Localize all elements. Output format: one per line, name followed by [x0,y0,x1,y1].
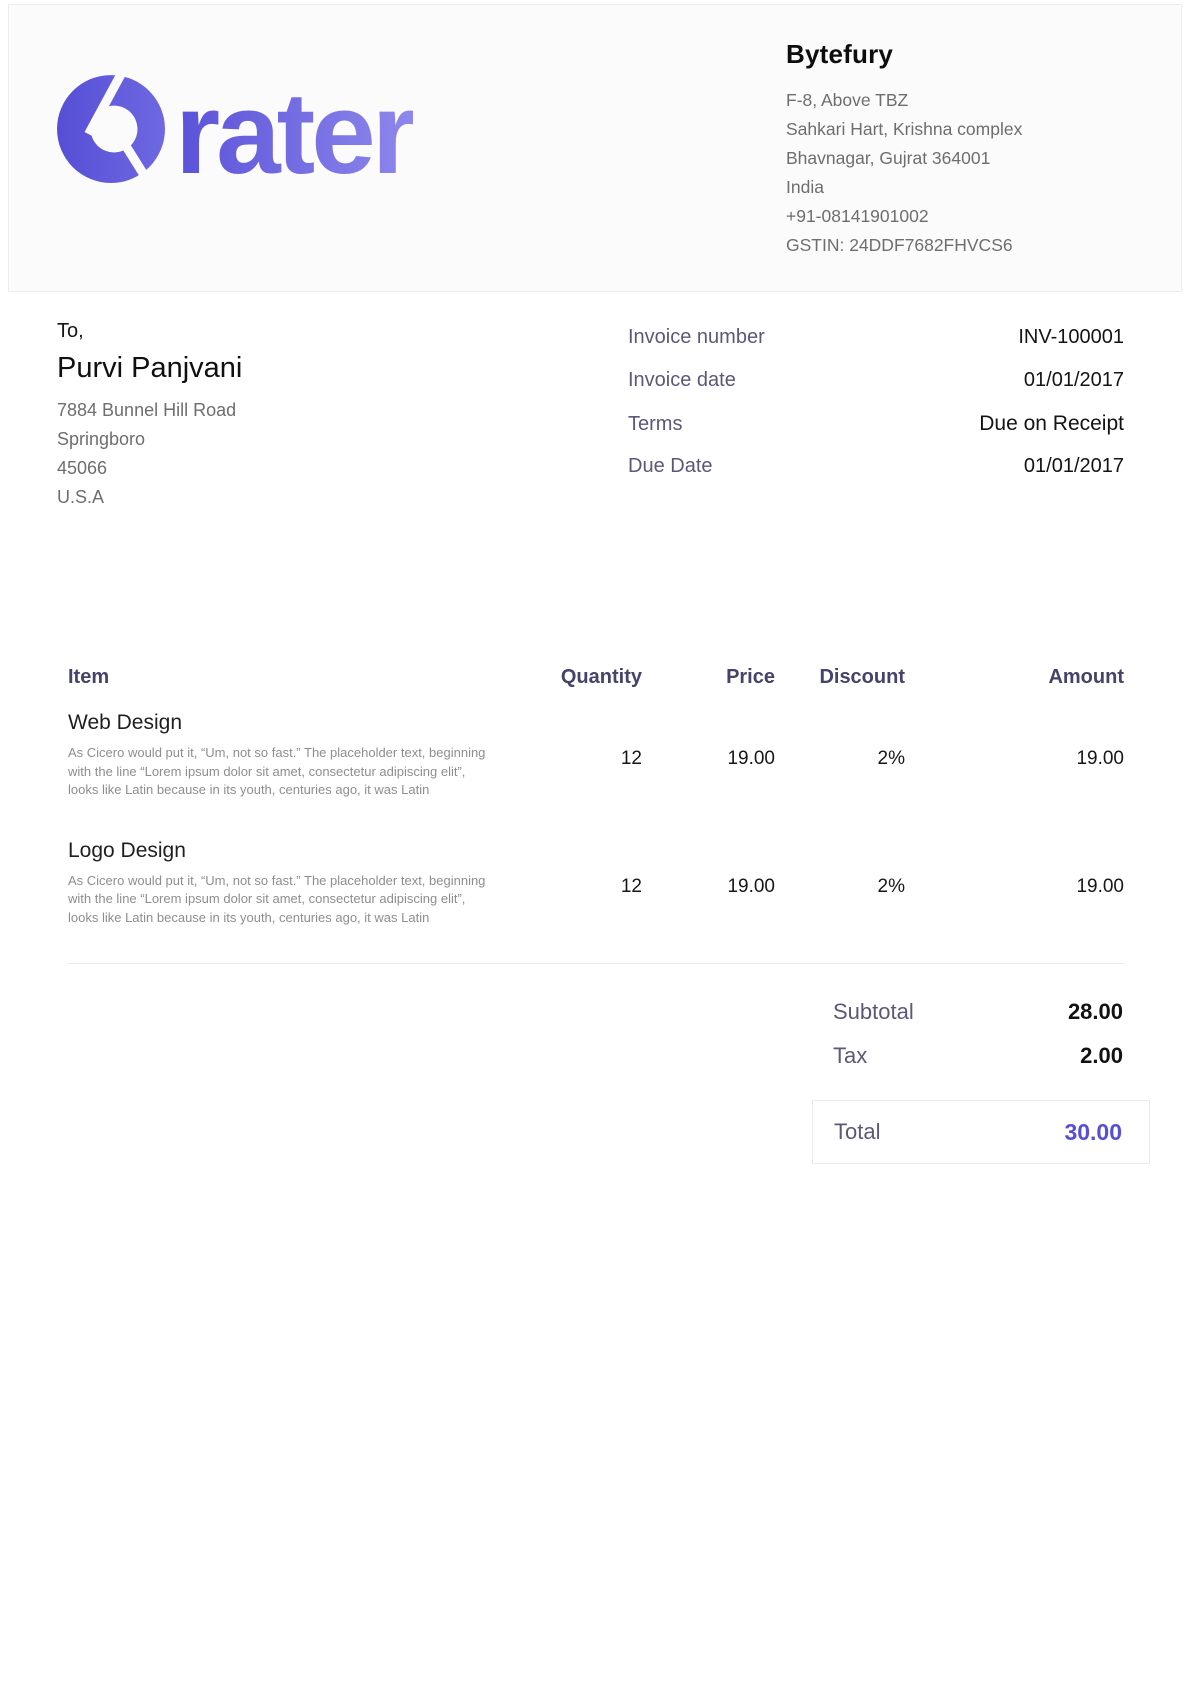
crater-logo-mark-icon [55,71,167,183]
billing-address: To, Purvi Panjvani 7884 Bunnel Hill Road… [57,316,477,512]
item-discount: 2% [775,836,905,928]
terms-value: Due on Receipt [979,412,1124,436]
logo-wordmark: rater [175,86,413,183]
company-gstin: GSTIN: 24DDF7682FHVCS6 [786,231,1126,260]
due-date-row: Due Date 01/01/2017 [628,455,1124,498]
item-amount: 19.00 [905,708,1124,800]
billing-meta-section: To, Purvi Panjvani 7884 Bunnel Hill Road… [0,292,1190,512]
company-name: Bytefury [786,39,1126,70]
invoice-number-value: INV-100001 [1018,326,1124,349]
item-price: 19.00 [642,708,775,800]
company-info: Bytefury F-8, Above TBZ Sahkari Hart, Kr… [786,39,1126,260]
company-phone: +91-08141901002 [786,202,1126,231]
item-amount: 19.00 [905,836,1124,928]
invoice-date-label: Invoice date [628,369,736,392]
totals-section: Subtotal 28.00 Tax 2.00 Total 30.00 [812,994,1150,1164]
company-address-line: F-8, Above TBZ [786,86,1126,115]
invoice-number-row: Invoice number INV-100001 [628,326,1124,369]
item-name: Logo Design [68,836,520,866]
items-table-header: Item Quantity Price Discount Amount [68,662,1124,692]
item-price: 19.00 [642,836,775,928]
customer-name: Purvi Panjvani [57,346,477,390]
invoice-meta: Invoice number INV-100001 Invoice date 0… [628,316,1124,512]
item-description: As Cicero would put it, “Um, not so fast… [68,744,490,800]
item-quantity: 12 [520,708,642,800]
customer-address-line: Springboro [57,425,477,454]
col-header-discount: Discount [775,662,905,692]
total-label: Total [834,1119,880,1145]
invoice-body: To, Purvi Panjvani 7884 Bunnel Hill Road… [0,292,1190,1164]
terms-row: Terms Due on Receipt [628,412,1124,455]
items-table: Item Quantity Price Discount Amount Web … [68,662,1124,963]
col-header-item: Item [68,662,520,692]
col-header-amount: Amount [905,662,1124,692]
table-separator [68,963,1124,964]
company-address-line: Bhavnagar, Gujrat 364001 [786,144,1126,173]
subtotal-label: Subtotal [833,994,914,1030]
due-date-label: Due Date [628,455,713,478]
crater-logo: rater [55,71,413,183]
item-row: Web Design As Cicero would put it, “Um, … [68,708,1124,836]
item-discount: 2% [775,708,905,800]
col-header-price: Price [642,662,775,692]
item-description: As Cicero would put it, “Um, not so fast… [68,872,490,928]
tax-value: 2.00 [1080,1038,1123,1074]
customer-address-line: U.S.A [57,483,477,512]
company-address-line: India [786,173,1126,202]
company-address-line: Sahkari Hart, Krishna complex [786,115,1126,144]
item-cell: Logo Design As Cicero would put it, “Um,… [68,836,520,928]
invoice-date-row: Invoice date 01/01/2017 [628,369,1124,412]
item-name: Web Design [68,708,520,738]
tax-row: Tax 2.00 [812,1038,1150,1074]
customer-address-line: 7884 Bunnel Hill Road [57,396,477,425]
invoice-number-label: Invoice number [628,326,765,349]
item-cell: Web Design As Cicero would put it, “Um, … [68,708,520,800]
to-label: To, [57,316,477,346]
subtotal-value: 28.00 [1068,994,1123,1030]
due-date-value: 01/01/2017 [1024,455,1124,478]
customer-address-line: 45066 [57,454,477,483]
total-box: Total 30.00 [812,1100,1150,1164]
invoice-date-value: 01/01/2017 [1024,369,1124,392]
invoice-page: rater Bytefury F-8, Above TBZ Sahkari Ha… [0,0,1190,1684]
tax-label: Tax [833,1038,867,1074]
item-quantity: 12 [520,836,642,928]
item-row: Logo Design As Cicero would put it, “Um,… [68,836,1124,964]
col-header-quantity: Quantity [520,662,642,692]
invoice-header: rater Bytefury F-8, Above TBZ Sahkari Ha… [8,4,1182,292]
subtotal-row: Subtotal 28.00 [812,994,1150,1030]
total-value: 30.00 [1064,1119,1122,1146]
terms-label: Terms [628,413,682,436]
